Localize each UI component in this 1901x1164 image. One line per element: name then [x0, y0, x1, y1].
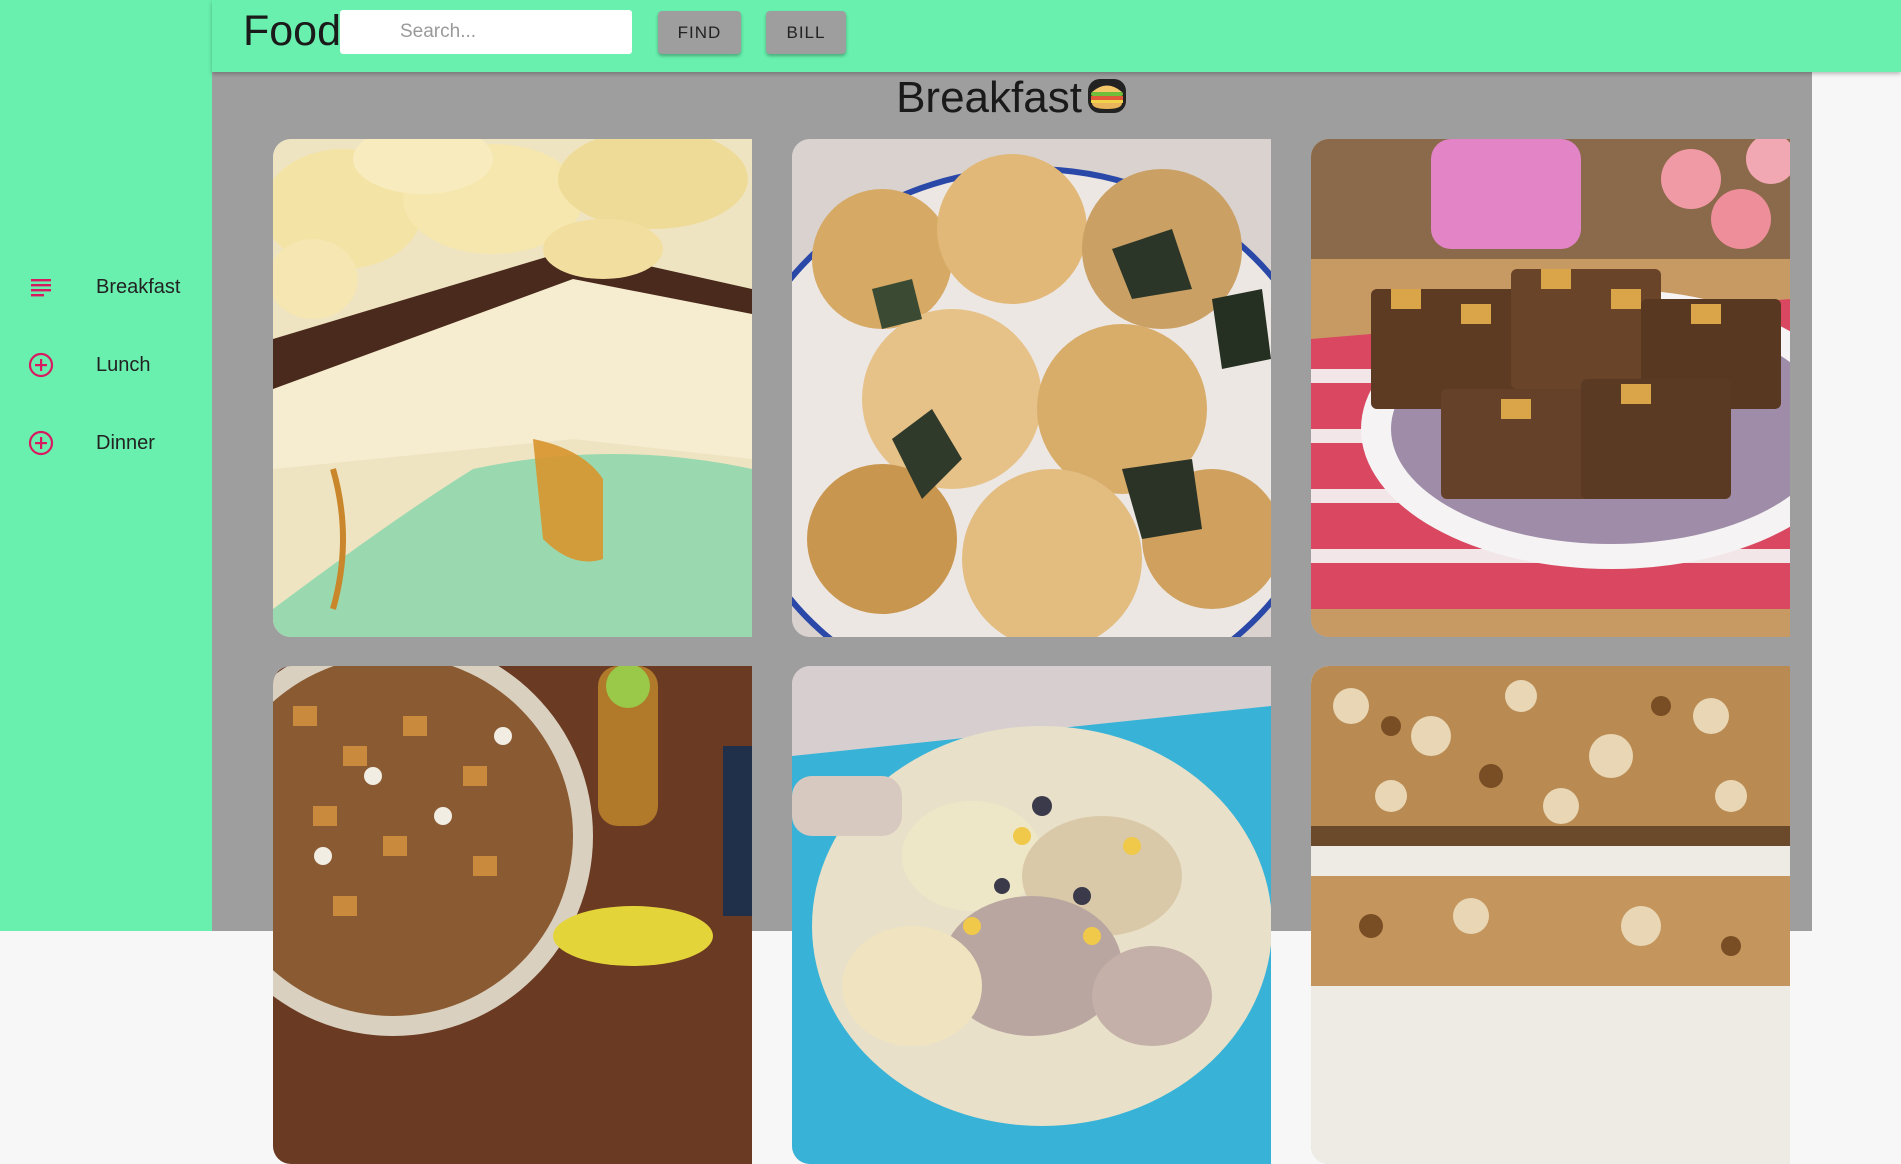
app-bar: Food FIND BILL: [212, 0, 1901, 72]
sidebar-item-lunch[interactable]: Lunch: [0, 326, 212, 404]
food-image: [273, 666, 752, 1164]
sidebar-item-breakfast[interactable]: Breakfast: [0, 248, 212, 326]
food-card[interactable]: [273, 666, 752, 1164]
section-heading: Breakfast: [212, 72, 1812, 124]
add-circle-icon: [21, 345, 61, 385]
food-card[interactable]: [273, 139, 752, 637]
search-input[interactable]: [340, 10, 632, 54]
sidebar-item-dinner[interactable]: Dinner: [0, 404, 212, 482]
find-button[interactable]: FIND: [658, 11, 741, 54]
food-image: [792, 666, 1271, 1164]
sidebar-nav: Breakfast Lunch Dinner: [0, 248, 212, 482]
food-card[interactable]: [1311, 666, 1790, 1164]
sandwich-icon: [1086, 76, 1128, 116]
food-image: [1311, 666, 1790, 1164]
food-card[interactable]: [1311, 139, 1790, 637]
food-image: [792, 139, 1271, 637]
sidebar-item-label: Breakfast: [96, 275, 181, 298]
main-content: Breakfast: [212, 72, 1812, 1164]
food-card[interactable]: [792, 139, 1271, 637]
right-gutter: [1812, 72, 1901, 931]
page-title: Breakfast: [896, 73, 1082, 122]
food-card[interactable]: [792, 666, 1271, 1164]
bill-button[interactable]: BILL: [766, 11, 846, 54]
food-image: [273, 139, 752, 637]
app-title: Food: [243, 7, 342, 55]
list-icon: [21, 267, 61, 307]
sidebar: Breakfast Lunch Dinner: [0, 0, 213, 931]
sidebar-item-label: Dinner: [96, 431, 155, 454]
sidebar-item-label: Lunch: [96, 353, 151, 376]
add-circle-icon: [21, 423, 61, 463]
food-image: [1311, 139, 1790, 637]
